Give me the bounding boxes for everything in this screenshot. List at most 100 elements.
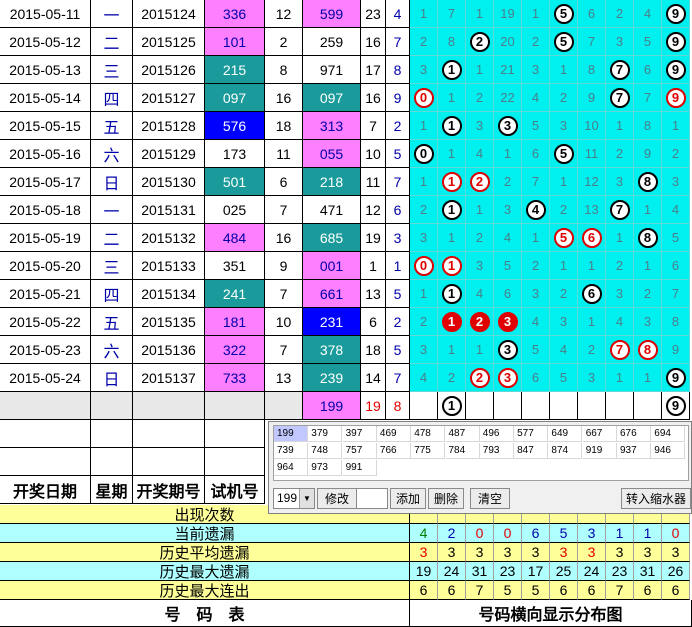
result-number-cell[interactable]: 199 xyxy=(274,426,308,442)
result-number-cell[interactable]: 667 xyxy=(582,426,617,442)
issue-number: 2015129 xyxy=(133,140,205,168)
hit-ball: 6 xyxy=(581,283,602,304)
dist-cell: 3 xyxy=(522,280,550,308)
issue-header: 开奖期号 xyxy=(133,476,205,504)
result-number-cell[interactable]: 964 xyxy=(274,460,308,476)
trial-number: 181 xyxy=(205,308,265,336)
hit-ball: 9 xyxy=(665,3,686,24)
result-number-cell[interactable]: 478 xyxy=(411,426,446,442)
dist-cell: 9 xyxy=(662,364,690,392)
result-number-cell[interactable]: 379 xyxy=(308,426,343,442)
dist-cell: 3 xyxy=(410,336,438,364)
result-number-cell[interactable]: 469 xyxy=(376,426,411,442)
chevron-down-icon[interactable]: ▼ xyxy=(299,489,314,508)
draw-sum: 16 xyxy=(361,84,386,112)
clear-button[interactable]: 清空 xyxy=(470,488,510,509)
result-number-cell[interactable]: 946 xyxy=(651,443,686,459)
result-number-grid: 199 379 397 469 478 487 496 577 649 667 676 694 739 7… xyxy=(273,425,689,481)
dist-cell: 1 xyxy=(550,252,578,280)
result-number-cell[interactable]: 676 xyxy=(617,426,651,442)
modify-button[interactable]: 修改 xyxy=(317,488,357,509)
result-number-cell[interactable]: 775 xyxy=(411,443,446,459)
dist-cell: 6 xyxy=(578,0,606,28)
draw-span: 4 xyxy=(386,0,410,28)
result-number-cell[interactable]: 649 xyxy=(548,426,583,442)
result-number-cell[interactable]: 874 xyxy=(548,443,583,459)
dist-cell: 2 xyxy=(410,28,438,56)
hit-ball: 0 xyxy=(413,255,434,276)
draw-number: 218 xyxy=(303,168,361,196)
hit-ball: 2 xyxy=(469,31,490,52)
draw-date: 2015-05-21 xyxy=(0,280,91,308)
dist-cell: 6 xyxy=(578,280,606,308)
delete-button[interactable]: 删除 xyxy=(428,488,464,509)
trial-sum: 6 xyxy=(265,168,303,196)
dist-cell: 2 xyxy=(466,168,494,196)
stat-value: 3 xyxy=(494,543,522,562)
dist-cell: 4 xyxy=(466,280,494,308)
result-number-cell[interactable]: 577 xyxy=(514,426,549,442)
draw-span: 7 xyxy=(386,28,410,56)
dist-cell: 5 xyxy=(662,224,690,252)
dist-cell: 1 xyxy=(550,56,578,84)
result-number-cell[interactable]: 694 xyxy=(651,426,686,442)
dist-cell: 7 xyxy=(634,84,662,112)
trial-sum: 11 xyxy=(265,140,303,168)
dist-cell: 1 xyxy=(410,0,438,28)
dist-cell: 1 xyxy=(522,0,550,28)
dist-cell: 1 xyxy=(466,56,494,84)
next-draw-sum: 19 xyxy=(361,392,386,420)
result-number-cell[interactable]: 748 xyxy=(308,443,343,459)
hit-ball: 7 xyxy=(609,87,630,108)
dist-cell: 3 xyxy=(410,224,438,252)
draw-date: 2015-05-16 xyxy=(0,140,91,168)
hit-ball: 0 xyxy=(413,143,434,164)
result-number-cell[interactable]: 397 xyxy=(342,426,377,442)
dist-cell: 1 xyxy=(634,196,662,224)
dist-cell: 2 xyxy=(606,140,634,168)
stat-value: 3 xyxy=(578,543,606,562)
dist-cell: 7 xyxy=(438,0,466,28)
result-number-cell[interactable]: 937 xyxy=(617,443,651,459)
result-number-cell[interactable]: 496 xyxy=(479,426,514,442)
hit-ball: 1 xyxy=(441,283,462,304)
result-number-cell[interactable]: 487 xyxy=(445,426,480,442)
stat-value: 6 xyxy=(438,581,466,600)
dist-cell: 1 xyxy=(438,252,466,280)
result-number-cell[interactable]: 919 xyxy=(582,443,617,459)
hit-ball: 3 xyxy=(497,115,518,136)
hit-ball: 1 xyxy=(441,311,462,332)
hit-ball: 7 xyxy=(609,59,630,80)
dist-cell: 4 xyxy=(522,196,550,224)
result-number-cell[interactable]: 973 xyxy=(308,460,343,476)
empty-cell xyxy=(205,392,265,420)
dist-cell: 0 xyxy=(410,84,438,112)
result-number-cell[interactable]: 766 xyxy=(376,443,411,459)
hit-ball: 2 xyxy=(469,171,490,192)
hit-ball: 6 xyxy=(581,227,602,248)
blank-cell xyxy=(91,448,133,476)
blank-cell xyxy=(133,448,205,476)
result-number-cell[interactable]: 847 xyxy=(514,443,549,459)
result-number-cell[interactable]: 991 xyxy=(342,460,377,476)
number-select[interactable]: 199 ▼ xyxy=(273,488,315,509)
issue-number: 2015132 xyxy=(133,224,205,252)
draw-number: 055 xyxy=(303,140,361,168)
dist-cell: 2 xyxy=(606,252,634,280)
result-number-cell[interactable]: 739 xyxy=(274,443,308,459)
draw-date: 2015-05-18 xyxy=(0,196,91,224)
number-input[interactable] xyxy=(356,488,388,509)
add-button[interactable]: 添加 xyxy=(390,488,426,509)
dist-cell: 3 xyxy=(550,112,578,140)
blank-cell xyxy=(205,420,265,448)
result-number-cell[interactable]: 793 xyxy=(479,443,514,459)
number-select-value: 199 xyxy=(277,491,298,505)
stat-label: 历史最大连出 xyxy=(0,581,410,600)
dist-cell: 10 xyxy=(578,112,606,140)
shrink-tool-button[interactable]: 转入缩水器 xyxy=(621,488,691,509)
next-dist-cell: 9 xyxy=(662,392,690,420)
trial-sum: 8 xyxy=(265,56,303,84)
result-number-cell[interactable]: 757 xyxy=(342,443,377,459)
result-number-cell[interactable]: 784 xyxy=(445,443,480,459)
stat-value: 1 xyxy=(606,524,634,543)
